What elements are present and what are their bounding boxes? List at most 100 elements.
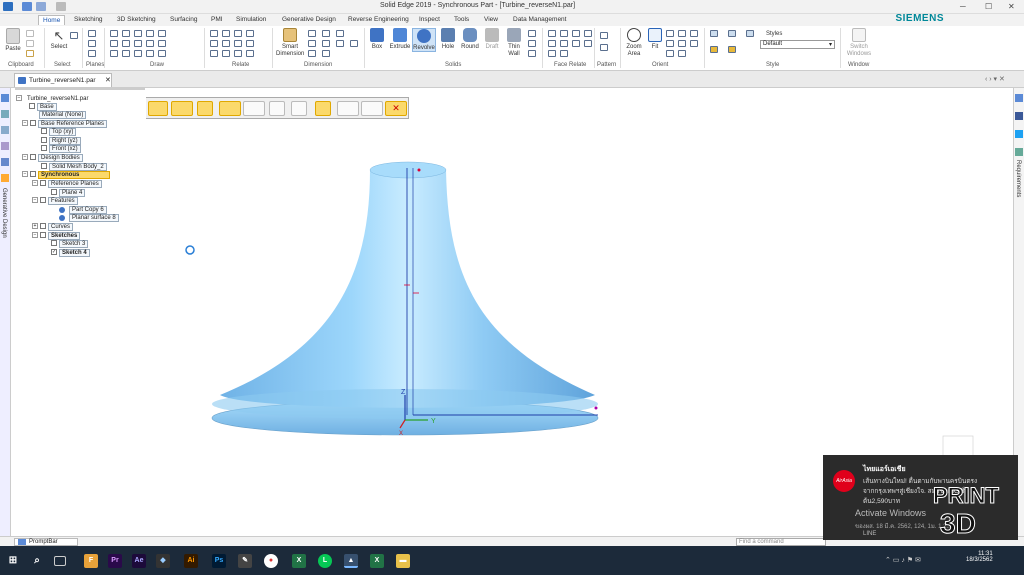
symmetric-icon[interactable] — [246, 40, 254, 47]
treatment-icon[interactable] — [361, 101, 383, 116]
tree-item-material[interactable]: Material (None) — [39, 111, 87, 119]
generative-design-icon[interactable] — [1, 174, 9, 182]
premiere-icon[interactable]: Pr — [108, 554, 122, 568]
app-icon[interactable]: F — [84, 554, 98, 568]
tree-item-right-plane[interactable]: Right (yz) — [41, 137, 81, 145]
tangent-icon[interactable] — [234, 30, 242, 37]
shading-icon[interactable] — [710, 46, 718, 53]
twitter-icon[interactable] — [1015, 130, 1023, 138]
extrude-button[interactable]: Extrude — [388, 28, 412, 50]
tree-item-plane4[interactable]: Plane 4 — [51, 189, 86, 197]
checkbox[interactable] — [40, 180, 46, 187]
view-icon[interactable] — [678, 50, 686, 57]
expand-icon[interactable]: + — [32, 223, 38, 230]
checkbox[interactable] — [41, 145, 47, 152]
checkbox-checked[interactable]: ✓ — [51, 249, 57, 256]
clock[interactable]: 11:31 18/3/2562 — [966, 551, 993, 563]
face-relate-icon[interactable] — [572, 40, 580, 47]
view-cube[interactable] — [942, 435, 974, 457]
view-style-icon[interactable] — [746, 30, 754, 37]
collapse-icon[interactable]: − — [32, 232, 38, 239]
fit-button[interactable]: Fit — [646, 28, 664, 50]
box-button[interactable]: Box — [368, 28, 386, 50]
cancel-icon[interactable]: ✕ — [385, 101, 407, 116]
checkbox[interactable] — [41, 163, 47, 170]
switch-windows-button[interactable]: Switch Windows — [844, 28, 874, 58]
collapse-icon[interactable]: − — [22, 120, 28, 127]
properties-icon[interactable] — [1015, 94, 1023, 102]
zoom-area-button[interactable]: Zoom Area — [623, 28, 645, 58]
close-button[interactable]: ✕ — [1008, 2, 1015, 11]
extend-icon[interactable] — [158, 30, 166, 37]
search-icon[interactable]: ⌕ — [30, 554, 44, 568]
offset-icon[interactable] — [134, 40, 142, 47]
pathfinder-icon[interactable] — [1, 94, 9, 102]
plane-icon[interactable] — [88, 50, 96, 57]
fillet-icon[interactable] — [146, 40, 154, 47]
collinear-icon[interactable] — [210, 50, 218, 57]
annotation-icon[interactable] — [350, 40, 358, 47]
mirror-icon[interactable] — [158, 40, 166, 47]
select-option-icon[interactable] — [70, 32, 78, 39]
circle-icon[interactable] — [110, 50, 118, 57]
view-icon[interactable] — [678, 40, 686, 47]
collapse-icon[interactable]: − — [32, 197, 38, 204]
tree-item-sketches[interactable]: − Sketches — [32, 232, 81, 240]
tab-data-management[interactable]: Data Management — [509, 15, 570, 24]
tree-item-synchronous[interactable]: − Synchronous — [22, 171, 111, 179]
collapse-icon[interactable]: − — [32, 180, 38, 187]
face-relate-icon[interactable] — [560, 50, 568, 57]
tab-generative-design[interactable]: Generative Design — [278, 15, 340, 24]
view-style-icon[interactable] — [728, 30, 736, 37]
photoshop-icon[interactable]: Ps — [212, 554, 226, 568]
app-icon[interactable]: ◆ — [156, 554, 170, 568]
checkbox[interactable] — [40, 232, 46, 239]
ellipse-icon[interactable] — [122, 50, 130, 57]
save-icon[interactable] — [22, 2, 32, 11]
sensor-icon[interactable] — [1, 158, 9, 166]
dimension-icon[interactable] — [322, 30, 330, 37]
collapse-icon[interactable]: − — [22, 171, 28, 178]
tree-item-planar-surface[interactable]: Planar surface 8 — [59, 214, 119, 222]
excel-icon[interactable]: X — [292, 554, 306, 568]
requirements-tab[interactable]: Requirements — [1015, 160, 1021, 197]
arc-icon[interactable] — [134, 30, 142, 37]
options-icon[interactable] — [337, 101, 359, 116]
after-effects-icon[interactable]: Ae — [132, 554, 146, 568]
rotate-icon[interactable] — [158, 50, 166, 57]
find-command-input[interactable]: Find a command — [736, 538, 826, 546]
top-face[interactable] — [369, 161, 447, 179]
checkbox[interactable] — [41, 128, 47, 135]
solid-edge-icon[interactable]: ▲ — [344, 554, 358, 568]
tree-item-design-bodies[interactable]: − Design Bodies — [22, 154, 83, 162]
tree-item-base-ref-planes[interactable]: − Base Reference Planes — [22, 120, 108, 128]
document-tab[interactable]: Turbine_reverseN1.par ✕ — [14, 73, 112, 87]
tree-item-mesh-body[interactable]: Solid Mesh Body_2 — [41, 163, 107, 171]
sketch-point[interactable] — [594, 406, 598, 410]
line-icon[interactable]: L — [318, 554, 332, 568]
equal-icon[interactable] — [246, 30, 254, 37]
checkbox[interactable] — [30, 171, 36, 178]
tree-item-base[interactable]: Base — [29, 103, 57, 111]
dimension-icon[interactable] — [308, 50, 316, 57]
solids-more-icon[interactable] — [528, 40, 536, 47]
tree-item-sketch4[interactable]: ✓ Sketch 4 — [51, 249, 90, 257]
dimension-icon[interactable] — [322, 40, 330, 47]
tab-home[interactable]: Home — [38, 15, 66, 25]
excel-icon[interactable]: X — [370, 554, 384, 568]
task-view-icon[interactable] — [54, 556, 66, 566]
chrome-icon[interactable]: ● — [264, 554, 278, 568]
rigid-icon[interactable] — [234, 50, 242, 57]
tab-tools[interactable]: Tools — [450, 15, 473, 24]
face-relate-icon[interactable] — [548, 40, 556, 47]
relate-more-icon[interactable] — [246, 50, 254, 57]
features-icon[interactable] — [1, 126, 9, 134]
solids-more-icon[interactable] — [528, 30, 536, 37]
connect-icon[interactable] — [210, 30, 218, 37]
tab-reverse-engineering[interactable]: Reverse Engineering — [344, 15, 413, 24]
pattern-icon[interactable] — [600, 44, 608, 51]
folder-icon[interactable]: ▬ — [396, 554, 410, 568]
checkbox[interactable] — [30, 154, 36, 161]
view-icon[interactable] — [678, 30, 686, 37]
copy-icon[interactable] — [26, 40, 34, 47]
